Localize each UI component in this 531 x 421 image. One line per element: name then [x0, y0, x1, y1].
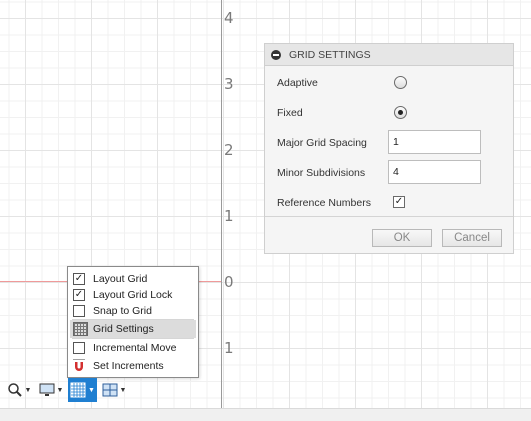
menu-item-layout-grid-lock[interactable]: ✓ Layout Grid Lock — [70, 286, 196, 303]
chevron-down-icon: ▼ — [56, 386, 64, 394]
axis-label: 4 — [224, 9, 234, 27]
reference-numbers-checkbox[interactable]: ✓ — [393, 196, 405, 208]
adaptive-label: Adaptive — [277, 77, 318, 89]
major-grid-spacing-input[interactable] — [388, 130, 481, 154]
menu-item-label: Set Increments — [93, 359, 164, 372]
layout-icon — [102, 383, 118, 397]
minor-subdivisions-input[interactable] — [388, 160, 481, 184]
menu-item-set-increments[interactable]: Set Increments — [70, 357, 196, 374]
grid-icon — [73, 322, 88, 336]
checkbox-unchecked-icon — [73, 304, 85, 317]
fixed-radio[interactable] — [394, 106, 407, 119]
dialog-title: GRID SETTINGS — [289, 48, 371, 61]
checkbox-checked-icon: ✓ — [73, 272, 85, 285]
menu-item-label: Layout Grid Lock — [93, 288, 173, 301]
axis-label: 1 — [224, 339, 234, 357]
grid-settings-dialog: GRID SETTINGS Adaptive Fixed Major Grid … — [264, 43, 514, 254]
status-strip — [0, 408, 531, 421]
axis-label: 1 — [224, 207, 234, 225]
zoom-button[interactable]: ▼ — [4, 378, 34, 402]
grid-icon — [70, 382, 86, 398]
checkbox-checked-icon: ✓ — [73, 288, 85, 301]
cancel-button[interactable]: Cancel — [442, 229, 502, 247]
display-icon — [39, 383, 55, 396]
axis-label: 2 — [224, 141, 234, 159]
collapse-icon[interactable] — [271, 49, 281, 60]
menu-item-label: Grid Settings — [93, 323, 154, 335]
menu-item-label: Snap to Grid — [93, 304, 152, 317]
fixed-label: Fixed — [277, 107, 303, 119]
magnet-icon — [73, 359, 85, 372]
grid-button[interactable]: ▼ — [68, 378, 97, 402]
chevron-down-icon: ▼ — [88, 386, 95, 394]
dialog-header[interactable]: GRID SETTINGS — [265, 44, 513, 66]
display-settings-button[interactable]: ▼ — [36, 378, 66, 402]
reference-numbers-label: Reference Numbers — [277, 197, 371, 209]
bottom-toolbar: ▼ ▼ ▼ ▼ — [0, 378, 140, 402]
major-grid-spacing-label: Major Grid Spacing — [277, 137, 367, 149]
menu-item-snap-to-grid[interactable]: Snap to Grid — [70, 302, 196, 319]
minor-subdivisions-label: Minor Subdivisions — [277, 167, 366, 179]
menu-item-label: Incremental Move — [93, 341, 177, 354]
menu-item-incremental-move[interactable]: Incremental Move — [70, 339, 196, 356]
axis-label: 0 — [224, 273, 234, 291]
checkbox-unchecked-icon — [73, 341, 85, 354]
menu-item-grid-settings[interactable]: Grid Settings — [70, 320, 196, 338]
ok-button[interactable]: OK — [372, 229, 432, 247]
adaptive-radio[interactable] — [394, 76, 407, 89]
y-axis-line — [221, 0, 222, 408]
chevron-down-icon: ▼ — [24, 386, 32, 394]
grid-popup-menu: ✓ Layout Grid ✓ Layout Grid Lock Snap to… — [67, 266, 199, 378]
chevron-down-icon: ▼ — [119, 386, 127, 394]
layout-button[interactable]: ▼ — [99, 378, 129, 402]
axis-label: 3 — [224, 75, 234, 93]
menu-item-layout-grid[interactable]: ✓ Layout Grid — [70, 270, 196, 287]
dialog-footer: OK Cancel — [265, 216, 513, 253]
zoom-icon — [7, 383, 22, 397]
menu-item-label: Layout Grid — [93, 272, 148, 285]
